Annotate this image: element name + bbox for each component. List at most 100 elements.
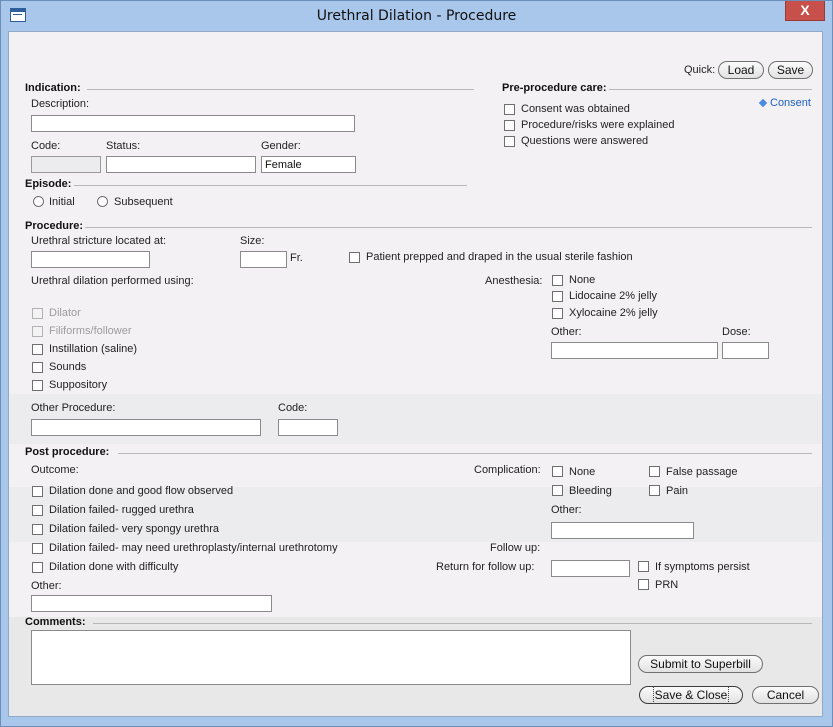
complication-false-passage-checkbox[interactable]: [649, 466, 660, 477]
consent-link-icon: [758, 98, 768, 108]
outcome-label: Outcome:: [31, 464, 79, 476]
close-button[interactable]: X: [785, 1, 825, 21]
outcome-good-flow-label: Dilation done and good flow observed: [49, 485, 234, 497]
anesthesia-none-checkbox[interactable]: [552, 275, 563, 286]
outcome-difficulty-label: Dilation done with difficulty: [49, 561, 179, 573]
size-input[interactable]: [240, 251, 287, 268]
outcome-rugged-label: Dilation failed- rugged urethra: [49, 504, 194, 516]
anesthesia-other-label: Other:: [551, 326, 582, 338]
complication-none-label: None: [569, 466, 596, 478]
stricture-location-label: Urethral stricture located at:: [31, 235, 167, 247]
lidocaine-checkbox[interactable]: [552, 291, 563, 302]
dose-label: Dose:: [722, 326, 751, 338]
if-symptoms-persist-checkbox[interactable]: [638, 561, 649, 572]
return-followup-label: Return for follow up:: [436, 561, 535, 573]
complication-label: Complication:: [474, 464, 541, 476]
dilator-label: Dilator: [49, 307, 81, 319]
complication-other-input[interactable]: [551, 522, 694, 539]
anesthesia-label: Anesthesia:: [485, 275, 543, 287]
instillation-label: Instillation (saline): [49, 343, 138, 355]
other-procedure-input[interactable]: [31, 419, 261, 436]
outcome-rugged-checkbox[interactable]: [32, 505, 43, 516]
followup-label: Follow up:: [490, 542, 541, 554]
outcome-other-input[interactable]: [31, 595, 272, 612]
complication-bleeding-label: Bleeding: [569, 485, 612, 497]
stricture-location-input[interactable]: [31, 251, 150, 268]
sounds-checkbox[interactable]: [32, 362, 43, 373]
suppository-checkbox[interactable]: [32, 380, 43, 391]
complication-pain-checkbox[interactable]: [649, 485, 660, 496]
procedure-header: Procedure:: [25, 220, 84, 232]
episode-initial-radio[interactable]: [33, 196, 44, 207]
anesthesia-none-label: None: [569, 274, 596, 286]
comments-divider: [93, 623, 812, 624]
dilator-checkbox[interactable]: [32, 308, 43, 319]
complication-other-label: Other:: [551, 504, 582, 516]
questions-answered-label: Questions were answered: [521, 135, 649, 147]
outcome-other-label: Other:: [31, 580, 62, 592]
episode-divider: [74, 185, 467, 186]
consent-obtained-checkbox[interactable]: [504, 104, 515, 115]
indication-code-field: [31, 156, 101, 173]
gender-label: Gender:: [261, 140, 301, 152]
form-body: Quick: Load Save Indication: Description…: [8, 31, 823, 717]
preprocedure-header: Pre-procedure care:: [502, 82, 607, 94]
complication-bleeding-checkbox[interactable]: [552, 485, 563, 496]
size-unit-label: Fr.: [290, 252, 303, 264]
consent-obtained-label: Consent was obtained: [521, 103, 630, 115]
post-procedure-header: Post procedure:: [25, 446, 110, 458]
outcome-urethroplasty-label: Dilation failed- may need urethroplasty/…: [49, 542, 338, 554]
complication-false-passage-label: False passage: [666, 466, 738, 478]
filiforms-checkbox[interactable]: [32, 326, 43, 337]
status-input[interactable]: [106, 156, 256, 173]
prepped-draped-label: Patient prepped and draped in the usual …: [366, 251, 633, 263]
dose-input[interactable]: [722, 342, 769, 359]
prn-label: PRN: [655, 579, 679, 591]
save-close-button[interactable]: Save & Close: [639, 686, 743, 704]
xylocaine-checkbox[interactable]: [552, 308, 563, 319]
episode-subsequent-radio[interactable]: [97, 196, 108, 207]
consent-link[interactable]: Consent: [770, 97, 811, 109]
other-procedure-code-input[interactable]: [278, 419, 338, 436]
xylocaine-label: Xylocaine 2% jelly: [569, 307, 658, 319]
outcome-spongy-label: Dilation failed- very spongy urethra: [49, 523, 219, 535]
quick-label: Quick:: [684, 64, 716, 76]
performed-using-label: Urethral dilation performed using:: [31, 275, 194, 287]
quick-load-button[interactable]: Load: [718, 61, 764, 79]
description-label: Description:: [31, 98, 90, 110]
status-label: Status:: [106, 140, 141, 152]
complication-none-checkbox[interactable]: [552, 466, 563, 477]
risks-explained-label: Procedure/risks were explained: [521, 119, 675, 131]
title-bar: Urethral Dilation - Procedure X: [1, 1, 832, 32]
gender-input[interactable]: [261, 156, 356, 173]
outcome-good-flow-checkbox[interactable]: [32, 486, 43, 497]
anesthesia-other-input[interactable]: [551, 342, 718, 359]
other-procedure-code-label: Code:: [278, 402, 308, 414]
description-input[interactable]: [31, 115, 355, 132]
size-label: Size:: [240, 235, 265, 247]
outcome-difficulty-checkbox[interactable]: [32, 562, 43, 573]
filiforms-label: Filiforms/follower: [49, 325, 132, 337]
cancel-button[interactable]: Cancel: [752, 686, 819, 704]
episode-header: Episode:: [25, 178, 72, 190]
prepped-draped-checkbox[interactable]: [349, 252, 360, 263]
window-title: Urethral Dilation - Procedure: [316, 8, 517, 24]
complication-pain-label: Pain: [666, 485, 689, 497]
prn-checkbox[interactable]: [638, 579, 649, 590]
indication-divider: [87, 89, 474, 90]
comments-textarea[interactable]: [31, 630, 631, 685]
outcome-spongy-checkbox[interactable]: [32, 524, 43, 535]
instillation-checkbox[interactable]: [32, 344, 43, 355]
risks-explained-checkbox[interactable]: [504, 120, 515, 131]
submit-superbill-button[interactable]: Submit to Superbill: [638, 655, 763, 673]
lidocaine-label: Lidocaine 2% jelly: [569, 290, 658, 302]
episode-subsequent-label: Subsequent: [114, 196, 173, 208]
if-symptoms-persist-label: If symptoms persist: [655, 561, 750, 573]
return-followup-input[interactable]: [551, 560, 630, 577]
outcome-urethroplasty-checkbox[interactable]: [32, 543, 43, 554]
questions-answered-checkbox[interactable]: [504, 136, 515, 147]
comments-header: Comments:: [25, 616, 86, 628]
quick-save-button[interactable]: Save: [768, 61, 813, 79]
indication-header: Indication:: [25, 82, 81, 94]
episode-initial-label: Initial: [49, 196, 75, 208]
